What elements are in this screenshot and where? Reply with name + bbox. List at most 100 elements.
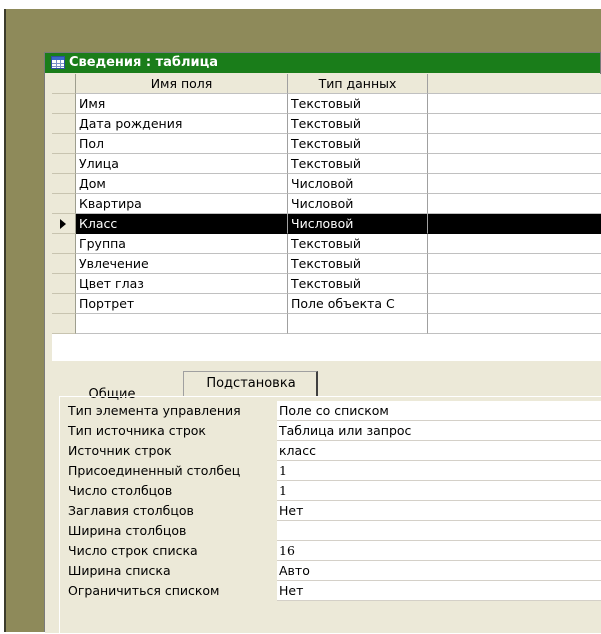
row-selector[interactable]: [52, 114, 76, 134]
data-type-cell[interactable]: Текстовый: [288, 154, 428, 174]
table-row[interactable]: Дом Числовой: [52, 174, 601, 194]
row-selector[interactable]: [52, 134, 76, 154]
column-header-description[interactable]: [428, 74, 601, 94]
property-label: Число столбцов: [68, 483, 173, 498]
data-type-cell[interactable]: Текстовый: [288, 114, 428, 134]
property-value-field[interactable]: 16: [277, 541, 601, 561]
property-label: Заглавия столбцов: [68, 503, 194, 518]
property-value-field[interactable]: [277, 521, 601, 541]
property-label: Ширина списка: [68, 563, 171, 578]
field-name-cell[interactable]: Квартира: [76, 194, 288, 214]
description-cell[interactable]: [428, 274, 601, 294]
description-cell[interactable]: [428, 114, 601, 134]
row-selector[interactable]: [52, 214, 76, 234]
grid-header-row: Имя поля Тип данных: [52, 74, 601, 94]
field-name-cell[interactable]: Пол: [76, 134, 288, 154]
property-value-field[interactable]: класс: [277, 441, 601, 461]
row-selector[interactable]: [52, 234, 76, 254]
column-header-field-name[interactable]: Имя поля: [76, 74, 288, 94]
property-value-field[interactable]: 1: [277, 461, 601, 481]
field-name-cell[interactable]: Дата рождения: [76, 114, 288, 134]
description-cell[interactable]: [428, 314, 601, 334]
property-label: Число строк списка: [68, 543, 198, 558]
description-cell[interactable]: [428, 134, 601, 154]
property-label: Присоединенный столбец: [68, 463, 241, 478]
data-type-cell[interactable]: Текстовый: [288, 234, 428, 254]
property-row: Заглавия столбцов Нет: [61, 501, 601, 521]
table-row[interactable]: Группа Текстовый: [52, 234, 601, 254]
description-cell[interactable]: [428, 194, 601, 214]
description-cell[interactable]: [428, 214, 601, 234]
table-row[interactable]: Портрет Поле объекта С: [52, 294, 601, 314]
tab-lookup[interactable]: Подстановка: [183, 371, 318, 397]
data-type-cell[interactable]: Числовой: [288, 174, 428, 194]
row-selector[interactable]: [52, 294, 76, 314]
field-name-cell[interactable]: Цвет глаз: [76, 274, 288, 294]
data-type-cell[interactable]: Текстовый: [288, 274, 428, 294]
data-type-cell[interactable]: Числовой: [288, 214, 428, 234]
property-value-field[interactable]: Нет: [277, 501, 601, 521]
data-type-cell[interactable]: Числовой: [288, 194, 428, 214]
data-type-cell[interactable]: [288, 314, 428, 334]
row-selector[interactable]: [52, 314, 76, 334]
property-label: Тип источника строк: [68, 423, 206, 438]
table-row[interactable]: Цвет глаз Текстовый: [52, 274, 601, 294]
field-name-cell[interactable]: Класс: [76, 214, 288, 234]
table-row[interactable]: Имя Текстовый: [52, 94, 601, 114]
top-edge: [0, 0, 601, 9]
description-cell[interactable]: [428, 234, 601, 254]
field-name-cell[interactable]: Увлечение: [76, 254, 288, 274]
field-name-cell[interactable]: Улица: [76, 154, 288, 174]
property-value-field[interactable]: 1: [277, 481, 601, 501]
table-row[interactable]: Квартира Числовой: [52, 194, 601, 214]
property-label: Источник строк: [68, 443, 172, 458]
table-design-window: Сведения : таблица Имя поля Тип данных И…: [44, 52, 601, 634]
table-row[interactable]: Улица Текстовый: [52, 154, 601, 174]
property-value-field[interactable]: Поле со списком: [277, 401, 601, 421]
table-icon: [51, 56, 65, 69]
table-row[interactable]: Пол Текстовый: [52, 134, 601, 154]
data-type-cell[interactable]: Текстовый: [288, 254, 428, 274]
property-row: Ширина списка Авто: [61, 561, 601, 581]
property-row: Тип источника строк Таблица или запрос: [61, 421, 601, 441]
property-label: Ограничиться списком: [68, 583, 220, 598]
field-name-cell[interactable]: Группа: [76, 234, 288, 254]
field-name-cell[interactable]: Портрет: [76, 294, 288, 314]
row-selector[interactable]: [52, 194, 76, 214]
table-row[interactable]: Дата рождения Текстовый: [52, 114, 601, 134]
field-name-cell[interactable]: Дом: [76, 174, 288, 194]
data-type-cell[interactable]: Текстовый: [288, 94, 428, 114]
data-type-cell[interactable]: Поле объекта С: [288, 294, 428, 314]
description-cell[interactable]: [428, 154, 601, 174]
row-selector[interactable]: [52, 94, 76, 114]
property-row: Присоединенный столбец 1: [61, 461, 601, 481]
data-type-cell[interactable]: Текстовый: [288, 134, 428, 154]
row-selector[interactable]: [52, 154, 76, 174]
current-row-pointer-icon: [60, 219, 66, 229]
property-value-field[interactable]: Нет: [277, 581, 601, 601]
table-row[interactable]: Увлечение Текстовый: [52, 254, 601, 274]
description-cell[interactable]: [428, 174, 601, 194]
property-row: Тип элемента управления Поле со списком: [61, 401, 601, 421]
table-row[interactable]: [52, 314, 601, 334]
row-selector[interactable]: [52, 254, 76, 274]
row-selector[interactable]: [52, 274, 76, 294]
property-label: Ширина столбцов: [68, 523, 187, 538]
field-grid: Имя поля Тип данных Имя Текстовый Дата рож…: [52, 74, 601, 364]
row-selector[interactable]: [52, 174, 76, 194]
property-label: Тип элемента управления: [68, 403, 241, 418]
description-cell[interactable]: [428, 294, 601, 314]
property-value-field[interactable]: Таблица или запрос: [277, 421, 601, 441]
property-row: Источник строк класс: [61, 441, 601, 461]
description-cell[interactable]: [428, 254, 601, 274]
header-corner: [52, 74, 76, 94]
property-value-field[interactable]: Авто: [277, 561, 601, 581]
table-row[interactable]: Класс Числовой: [52, 214, 601, 234]
column-header-data-type[interactable]: Тип данных: [288, 74, 428, 94]
description-cell[interactable]: [428, 94, 601, 114]
field-name-cell[interactable]: [76, 314, 288, 334]
field-name-cell[interactable]: Имя: [76, 94, 288, 114]
property-row: Ширина столбцов: [61, 521, 601, 541]
window-title-bar[interactable]: Сведения : таблица: [45, 53, 600, 73]
window-title: Сведения : таблица: [69, 55, 219, 70]
